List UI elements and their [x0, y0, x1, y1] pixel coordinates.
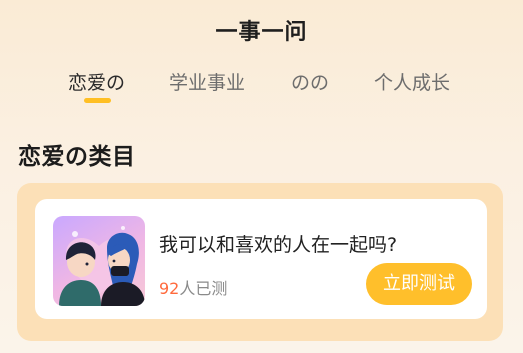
- quiz-question: 我可以和喜欢的人在一起吗?: [159, 234, 398, 256]
- active-tab-indicator: [84, 98, 111, 103]
- page-title: 一事一问: [215, 20, 308, 45]
- tested-suffix: 人已测: [179, 279, 228, 298]
- quiz-card[interactable]: 我可以和喜欢的人在一起吗? 92人已测 立即测试: [35, 199, 487, 319]
- tested-count-label: 92人已测: [159, 275, 227, 299]
- tab-love[interactable]: 恋爱の: [68, 68, 125, 95]
- tested-count: 92: [159, 279, 180, 298]
- start-test-button[interactable]: 立即测试: [366, 263, 472, 305]
- section-title: 恋爱の类目: [18, 144, 136, 170]
- tab-study-career[interactable]: 学业事业: [169, 68, 245, 95]
- category-tabs: 恋爱の 学业事业 のの 个人成长: [0, 68, 523, 108]
- tab-personal-growth[interactable]: 个人成长: [374, 68, 450, 95]
- tab-no-no[interactable]: のの: [291, 68, 329, 95]
- couple-illustration-icon: [53, 216, 145, 306]
